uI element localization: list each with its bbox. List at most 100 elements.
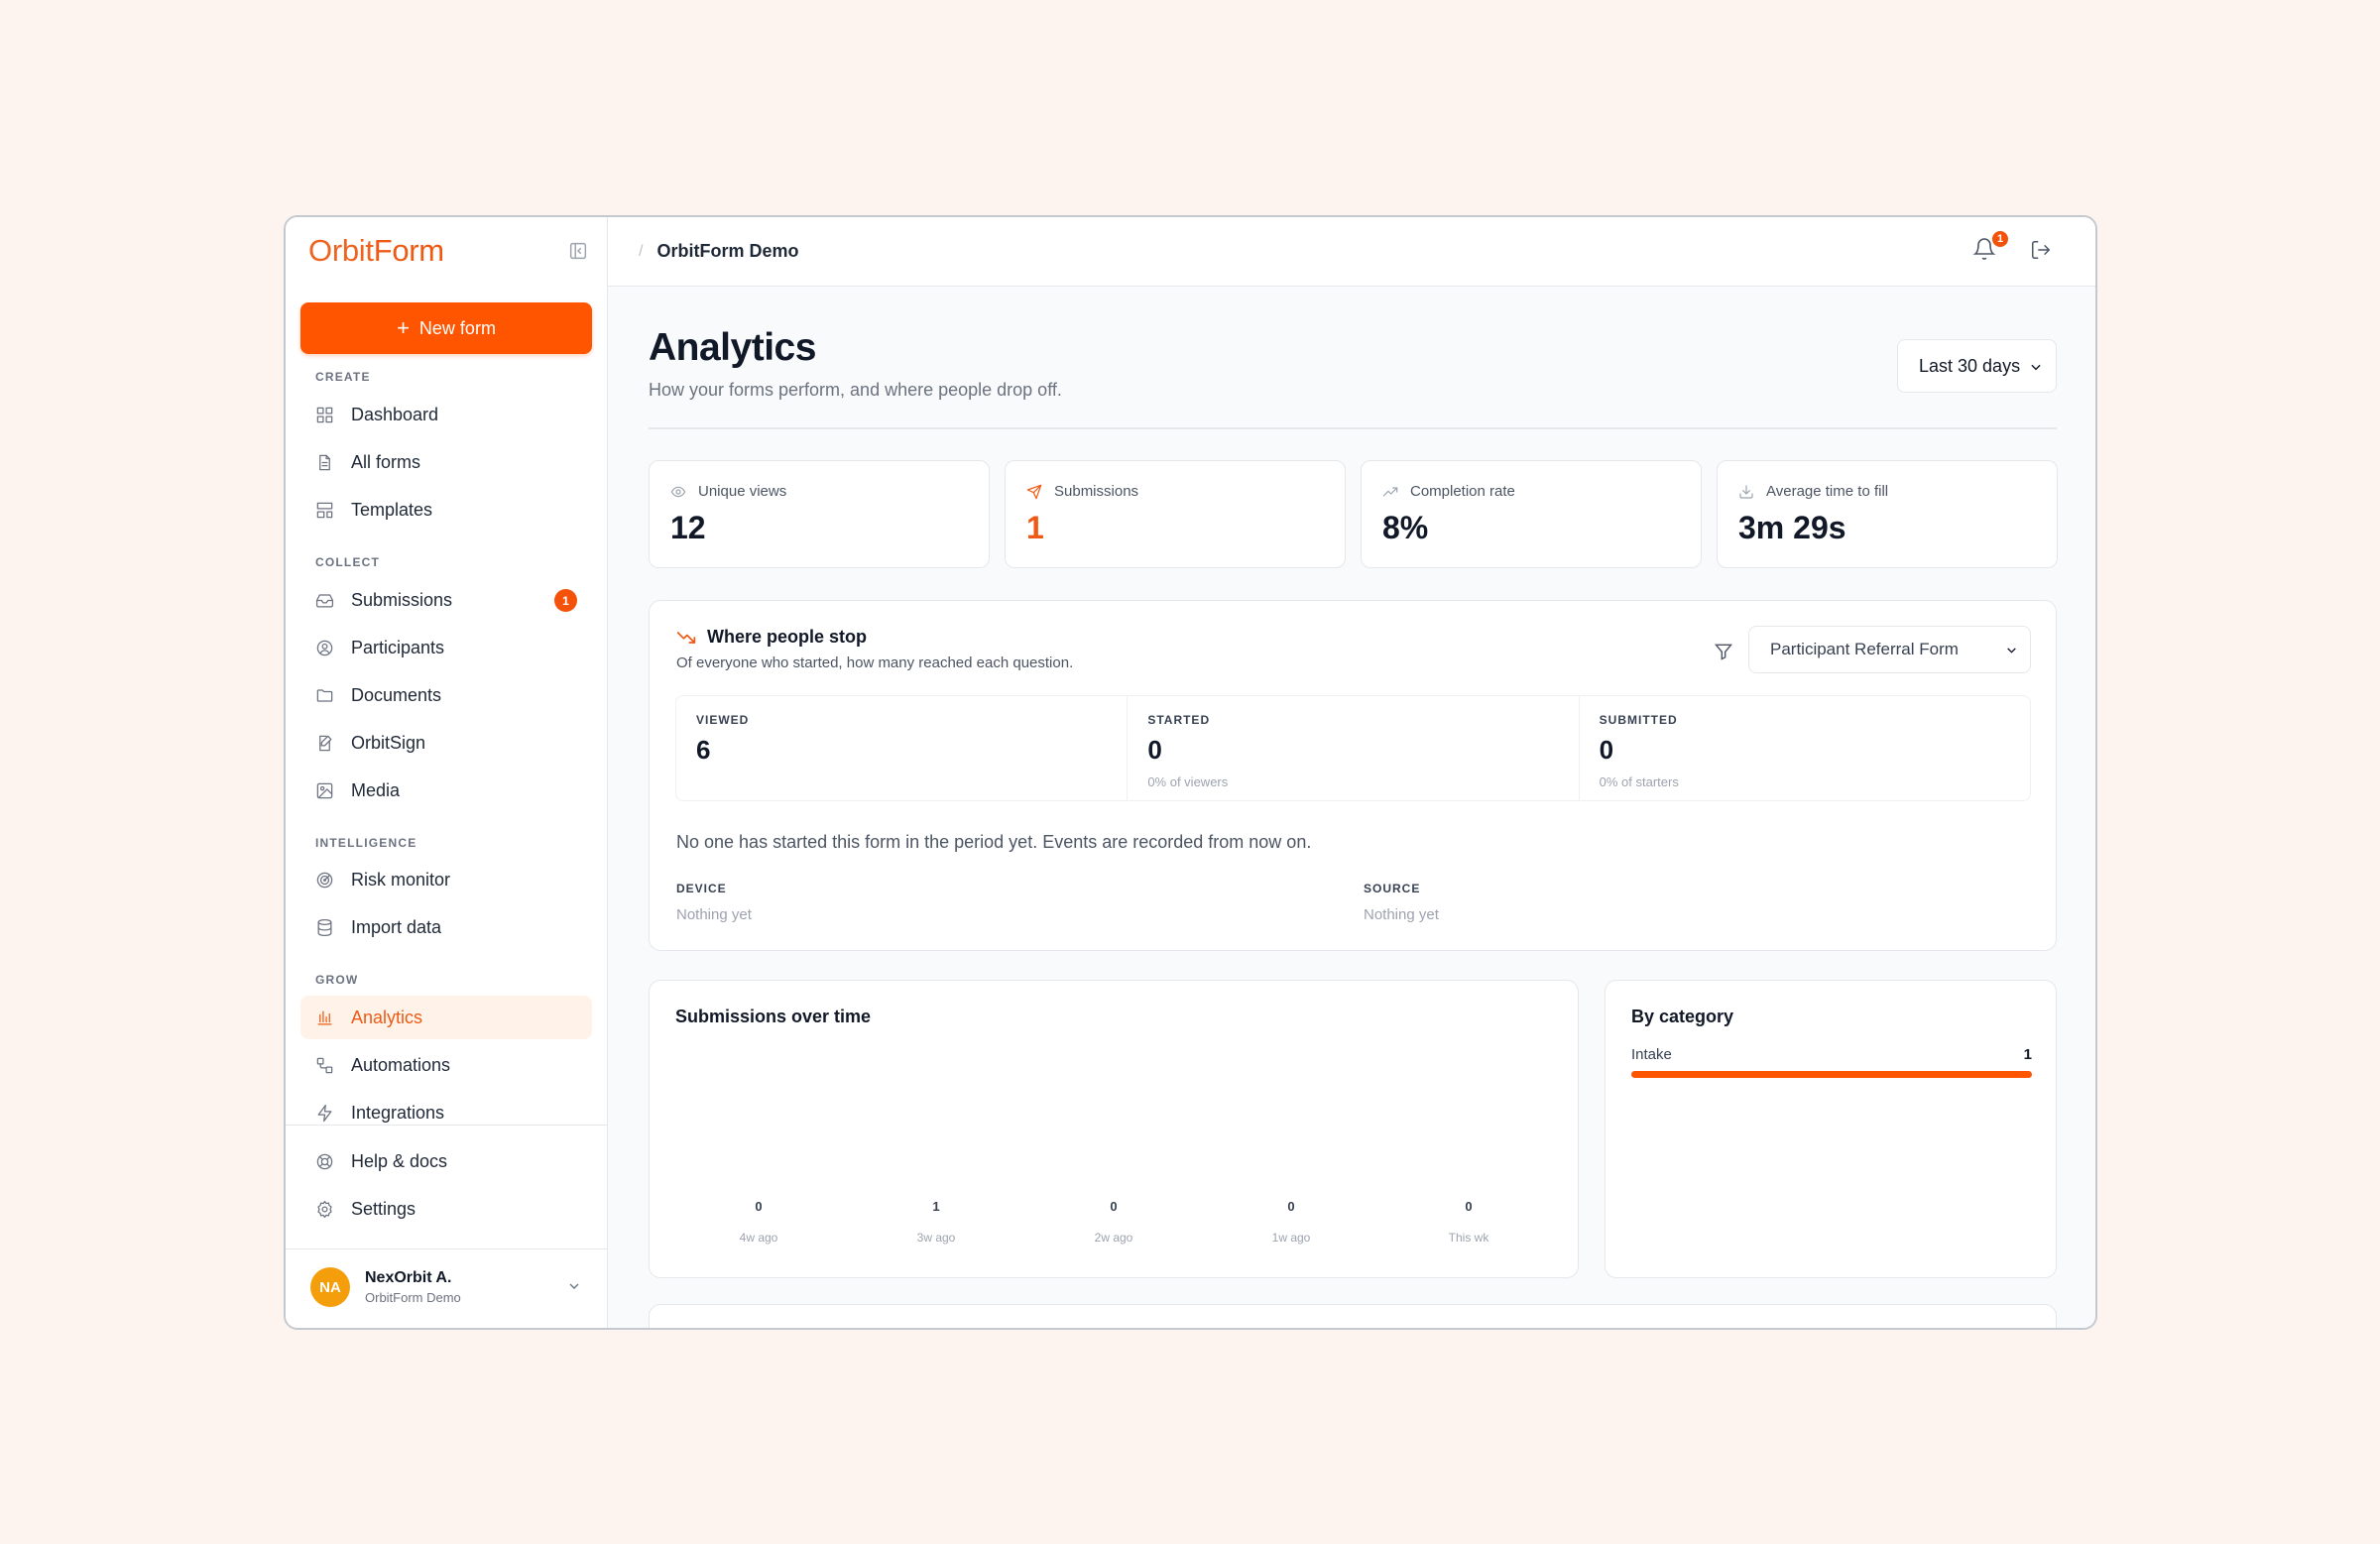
logout-button[interactable] xyxy=(2030,239,2054,263)
app-window: OrbitForm + New form CREATE Dashboard Al… xyxy=(284,215,2097,1330)
source-label: SOURCE xyxy=(1364,882,1421,895)
funnel-step-value: 6 xyxy=(696,735,711,765)
next-panel xyxy=(649,1304,2057,1328)
funnel-step-label: STARTED xyxy=(1147,713,1211,727)
stat-header: Unique views xyxy=(670,483,989,500)
form-select-value: Participant Referral Form xyxy=(1770,640,1959,658)
page-title: Analytics xyxy=(649,326,816,369)
sidebar-item-media[interactable]: Media xyxy=(300,769,592,812)
sidebar-item-label: Templates xyxy=(351,499,433,520)
user-menu[interactable]: NA NexOrbit A. OrbitForm Demo xyxy=(286,1247,607,1328)
sidebar-item-label: Dashboard xyxy=(351,404,439,424)
template-icon xyxy=(316,502,333,518)
eye-icon xyxy=(670,486,686,497)
date-range-select[interactable]: Last 30 days xyxy=(1897,339,2057,393)
sidebar-collapse-icon[interactable] xyxy=(567,240,589,262)
sidebar-item-submissions[interactable]: Submissions 1 xyxy=(300,578,592,622)
sidebar-item-label: Automations xyxy=(351,1054,451,1075)
sidebar-item-automations[interactable]: Automations xyxy=(300,1043,592,1087)
funnel-step-value: 0 xyxy=(1599,735,1614,765)
notifications-button[interactable]: 1 xyxy=(1972,229,2010,265)
section-label-create: CREATE xyxy=(315,370,371,384)
sidebar-item-help[interactable]: Help & docs xyxy=(300,1139,592,1183)
submissions-chart: 0 4w ago 1 3w ago 0 2w ago 0 1w ago 0 This wk xyxy=(740,1199,1490,1245)
user-circle-icon xyxy=(316,640,333,655)
chevron-down-icon[interactable] xyxy=(566,1278,582,1294)
sidebar-item-label: Submissions xyxy=(351,589,453,610)
filter-icon[interactable] xyxy=(1714,642,1733,661)
folder-icon xyxy=(316,688,333,702)
chart-value-label: 0 xyxy=(1465,1199,1472,1214)
sidebar-item-import-data[interactable]: Import data xyxy=(300,905,592,949)
inbox-icon xyxy=(315,593,334,607)
date-range-value: Last 30 days xyxy=(1919,355,2021,376)
submissions-count-badge: 1 xyxy=(554,589,577,612)
chart-value-label: 0 xyxy=(755,1199,762,1214)
stat-value: 8% xyxy=(1382,510,1429,545)
funnel-step-sub: 0% of viewers xyxy=(1147,774,1229,789)
section-label-collect: COLLECT xyxy=(315,555,381,569)
sidebar-item-dashboard[interactable]: Dashboard xyxy=(300,393,592,436)
sidebar-item-integrations[interactable]: Integrations xyxy=(300,1091,592,1134)
signature-icon xyxy=(319,735,332,751)
gear-icon xyxy=(317,1200,332,1218)
source-value: Nothing yet xyxy=(1364,906,1439,923)
sidebar-item-label: Analytics xyxy=(351,1007,423,1027)
send-icon xyxy=(1026,484,1042,499)
category-count: 1 xyxy=(2023,1046,2032,1063)
avatar: NA xyxy=(310,1267,350,1307)
drop-off-title-text: Where people stop xyxy=(707,627,868,647)
funnel-step-viewed: VIEWED 6 xyxy=(676,696,1129,800)
sidebar: OrbitForm + New form CREATE Dashboard Al… xyxy=(286,217,608,1328)
drop-off-title: Where people stop xyxy=(676,627,867,648)
sidebar-item-documents[interactable]: Documents xyxy=(300,673,592,717)
sidebar-divider xyxy=(286,1125,607,1126)
stat-header: Average time to fill xyxy=(1738,483,2057,500)
breadcrumb[interactable]: OrbitForm Demo xyxy=(656,241,798,262)
stat-value: 12 xyxy=(670,510,706,545)
sidebar-item-participants[interactable]: Participants xyxy=(300,626,592,669)
stat-label: Submissions xyxy=(1054,483,1139,500)
sidebar-item-analytics[interactable]: Analytics xyxy=(300,996,592,1039)
drop-off-subtitle: Of everyone who started, how many reache… xyxy=(676,654,1074,671)
sidebar-item-label: Import data xyxy=(351,916,442,937)
logo-part-orbit: Orbit xyxy=(308,233,374,268)
category-label: Intake xyxy=(1631,1046,1672,1063)
sidebar-item-risk-monitor[interactable]: Risk monitor xyxy=(300,858,592,901)
chart-category-label: 1w ago xyxy=(1272,1231,1311,1245)
form-select[interactable]: Participant Referral Form xyxy=(1748,626,2031,673)
new-form-button[interactable]: + New form xyxy=(300,302,592,354)
plus-icon: + xyxy=(397,315,410,340)
trending-down-icon xyxy=(676,631,696,644)
sidebar-item-orbitsign[interactable]: OrbitSign xyxy=(300,721,592,765)
submissions-chart-card: Submissions over time 0 4w ago 1 3w ago 0 2w … xyxy=(649,980,1579,1278)
new-form-label: New form xyxy=(418,317,496,338)
grid-icon xyxy=(316,407,333,422)
device-value: Nothing yet xyxy=(676,906,752,923)
sidebar-item-label: Integrations xyxy=(351,1102,445,1123)
funnel-step-submitted: SUBMITTED 0 0% of starters xyxy=(1580,696,2030,800)
by-category-card: By category Intake 1 xyxy=(1605,980,2057,1278)
sidebar-item-templates[interactable]: Templates xyxy=(300,488,592,532)
funnel-step-label: SUBMITTED xyxy=(1599,713,1678,727)
drop-off-panel: Where people stop Of everyone who starte… xyxy=(649,600,2057,951)
sidebar-item-label: Media xyxy=(351,779,401,800)
stat-card-average-time: Average time to fill 3m 29s xyxy=(1717,460,2058,568)
chevron-down-icon xyxy=(2031,364,2041,371)
sidebar-item-settings[interactable]: Settings xyxy=(300,1187,592,1231)
app-logo[interactable]: OrbitForm xyxy=(308,233,444,269)
page-subtitle: How your forms perform, and where people… xyxy=(649,380,1062,400)
section-label-grow: GROW xyxy=(315,973,359,987)
stat-card-unique-views: Unique views 12 xyxy=(649,460,990,568)
lifebuoy-icon xyxy=(316,1153,333,1169)
sidebar-item-all-forms[interactable]: All forms xyxy=(300,440,592,484)
stat-header: Completion rate xyxy=(1382,483,1701,500)
stat-card-completion-rate: Completion rate 8% xyxy=(1361,460,1702,568)
lightning-icon xyxy=(317,1104,332,1122)
funnel-empty-note: No one has started this form in the peri… xyxy=(676,832,1312,852)
category-row: Intake 1 xyxy=(1631,1046,2032,1063)
stat-value: 3m 29s xyxy=(1738,510,1846,545)
logo-part-form: Form xyxy=(373,233,444,268)
sidebar-item-label: OrbitSign xyxy=(351,732,426,753)
category-bar-fill xyxy=(1631,1071,2032,1078)
